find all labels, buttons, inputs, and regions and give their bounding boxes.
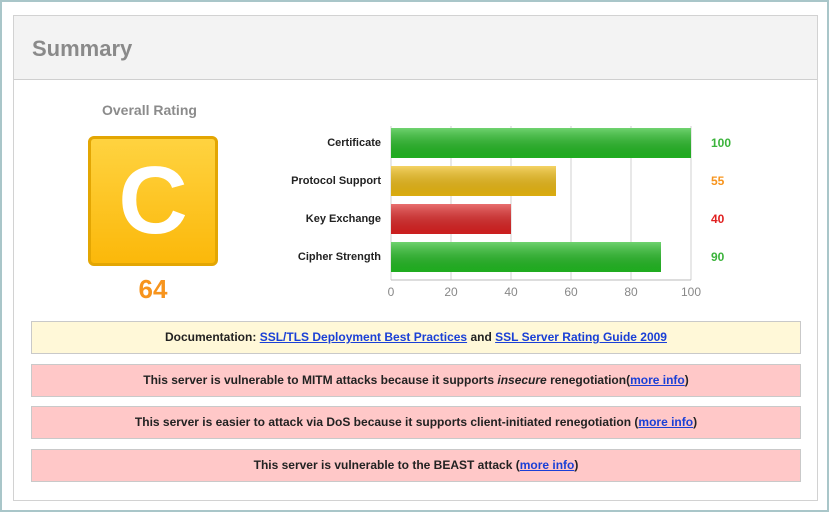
dos-warning: This server is easier to attack via DoS … [31,406,801,439]
mitm-warning-emphasis: insecure [497,373,547,387]
rating-bar-chart: 0 20 40 60 80 100 Certificate 100 Protocol Supp… [246,126,806,316]
category-label: Key Exchange [305,213,381,225]
deployment-best-practices-link[interactable]: SSL/TLS Deployment Best Practices [260,330,467,344]
documentation-prefix: Documentation: [165,330,257,344]
mitm-warning: This server is vulnerable to MITM attack… [31,364,801,397]
mitm-warning-text-end: renegotiation [550,373,627,387]
x-tick-label: 80 [624,285,638,299]
grade-letter: C [118,147,188,254]
category-label: Certificate [327,137,381,149]
value-label: 100 [711,136,732,150]
bar-shine [391,242,661,272]
mitm-warning-text: This server is vulnerable to MITM attack… [143,373,495,387]
x-tick-label: 20 [444,285,458,299]
documentation-and: and [470,330,492,344]
value-label: 55 [711,174,725,188]
grade-badge: C [88,136,218,266]
category-label: Cipher Strength [297,251,381,263]
beast-warning: This server is vulnerable to the BEAST a… [31,449,801,482]
rating-guide-link[interactable]: SSL Server Rating Guide 2009 [495,330,667,344]
summary-header: Summary [14,16,817,80]
x-tick-label: 60 [564,285,578,299]
value-label: 90 [711,250,725,264]
report-frame: Summary Overall Rating C 64 0 20 40 60 80 100… [0,0,829,512]
x-tick-label: 0 [388,285,395,299]
summary-title: Summary [32,36,133,61]
bar-shine [391,166,556,196]
value-label: 40 [711,212,725,226]
category-label: Protocol Support [291,175,381,187]
summary-panel: Summary Overall Rating C 64 0 20 40 60 80 100… [13,15,818,501]
overall-score: 64 [138,274,168,304]
x-tick-label: 100 [681,285,701,299]
dos-more-info-link[interactable]: more info [638,415,693,429]
bar-shine [391,128,691,158]
x-tick-label: 40 [504,285,518,299]
documentation-box: Documentation: SSL/TLS Deployment Best P… [31,321,801,354]
bar-shine [391,204,511,234]
beast-warning-text: This server is vulnerable to the BEAST a… [253,458,513,472]
overall-rating-label: Overall Rating [102,102,197,118]
mitm-more-info-link[interactable]: more info [630,373,685,387]
beast-more-info-link[interactable]: more info [520,458,575,472]
dos-warning-text: This server is easier to attack via DoS … [134,415,632,429]
